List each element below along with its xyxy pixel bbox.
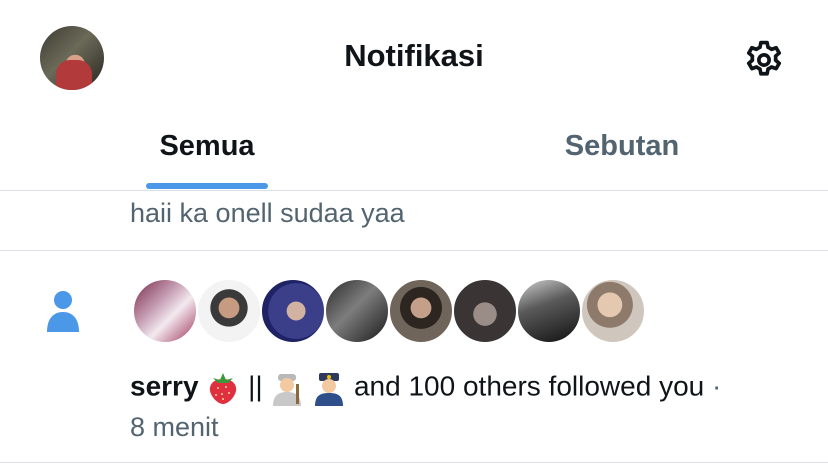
follower-avatar[interactable] <box>580 278 646 344</box>
strawberry-icon <box>210 373 237 404</box>
follower-avatar[interactable] <box>324 278 390 344</box>
follower-avatar[interactable] <box>516 278 582 344</box>
follower-avatar[interactable] <box>260 278 326 344</box>
follower-avatar[interactable] <box>452 278 518 344</box>
farmer-emoji-icon <box>273 374 302 406</box>
active-tab-indicator <box>146 183 268 189</box>
tab-mentions[interactable]: Sebutan <box>520 130 724 163</box>
follower-avatar[interactable] <box>388 278 454 344</box>
tab-all[interactable]: Semua <box>146 130 268 163</box>
name-separator: || <box>248 370 263 402</box>
page-title: Notifikasi <box>344 38 484 73</box>
settings-gear-icon[interactable] <box>742 38 786 82</box>
follower-avatar[interactable] <box>132 278 198 344</box>
timestamp: 8 menit <box>130 412 219 442</box>
police-officer-icon <box>315 373 344 406</box>
follow-notification-text[interactable]: serry || and 100 others followed you · <box>130 370 721 406</box>
person-follow-icon <box>47 291 79 332</box>
tabs-divider <box>0 190 828 191</box>
top-bar: Notifikasi <box>0 0 828 120</box>
follower-name[interactable]: serry <box>130 370 199 401</box>
follower-avatar[interactable] <box>196 278 262 344</box>
notification-divider <box>0 462 828 463</box>
notification-tabs: Semua Sebutan <box>0 120 828 190</box>
separator-dot: · <box>712 370 722 402</box>
follow-message: and 100 others followed you <box>353 370 705 402</box>
notification-divider <box>0 250 828 251</box>
previous-notification-text[interactable]: haii ka onell sudaa yaa <box>130 198 405 229</box>
